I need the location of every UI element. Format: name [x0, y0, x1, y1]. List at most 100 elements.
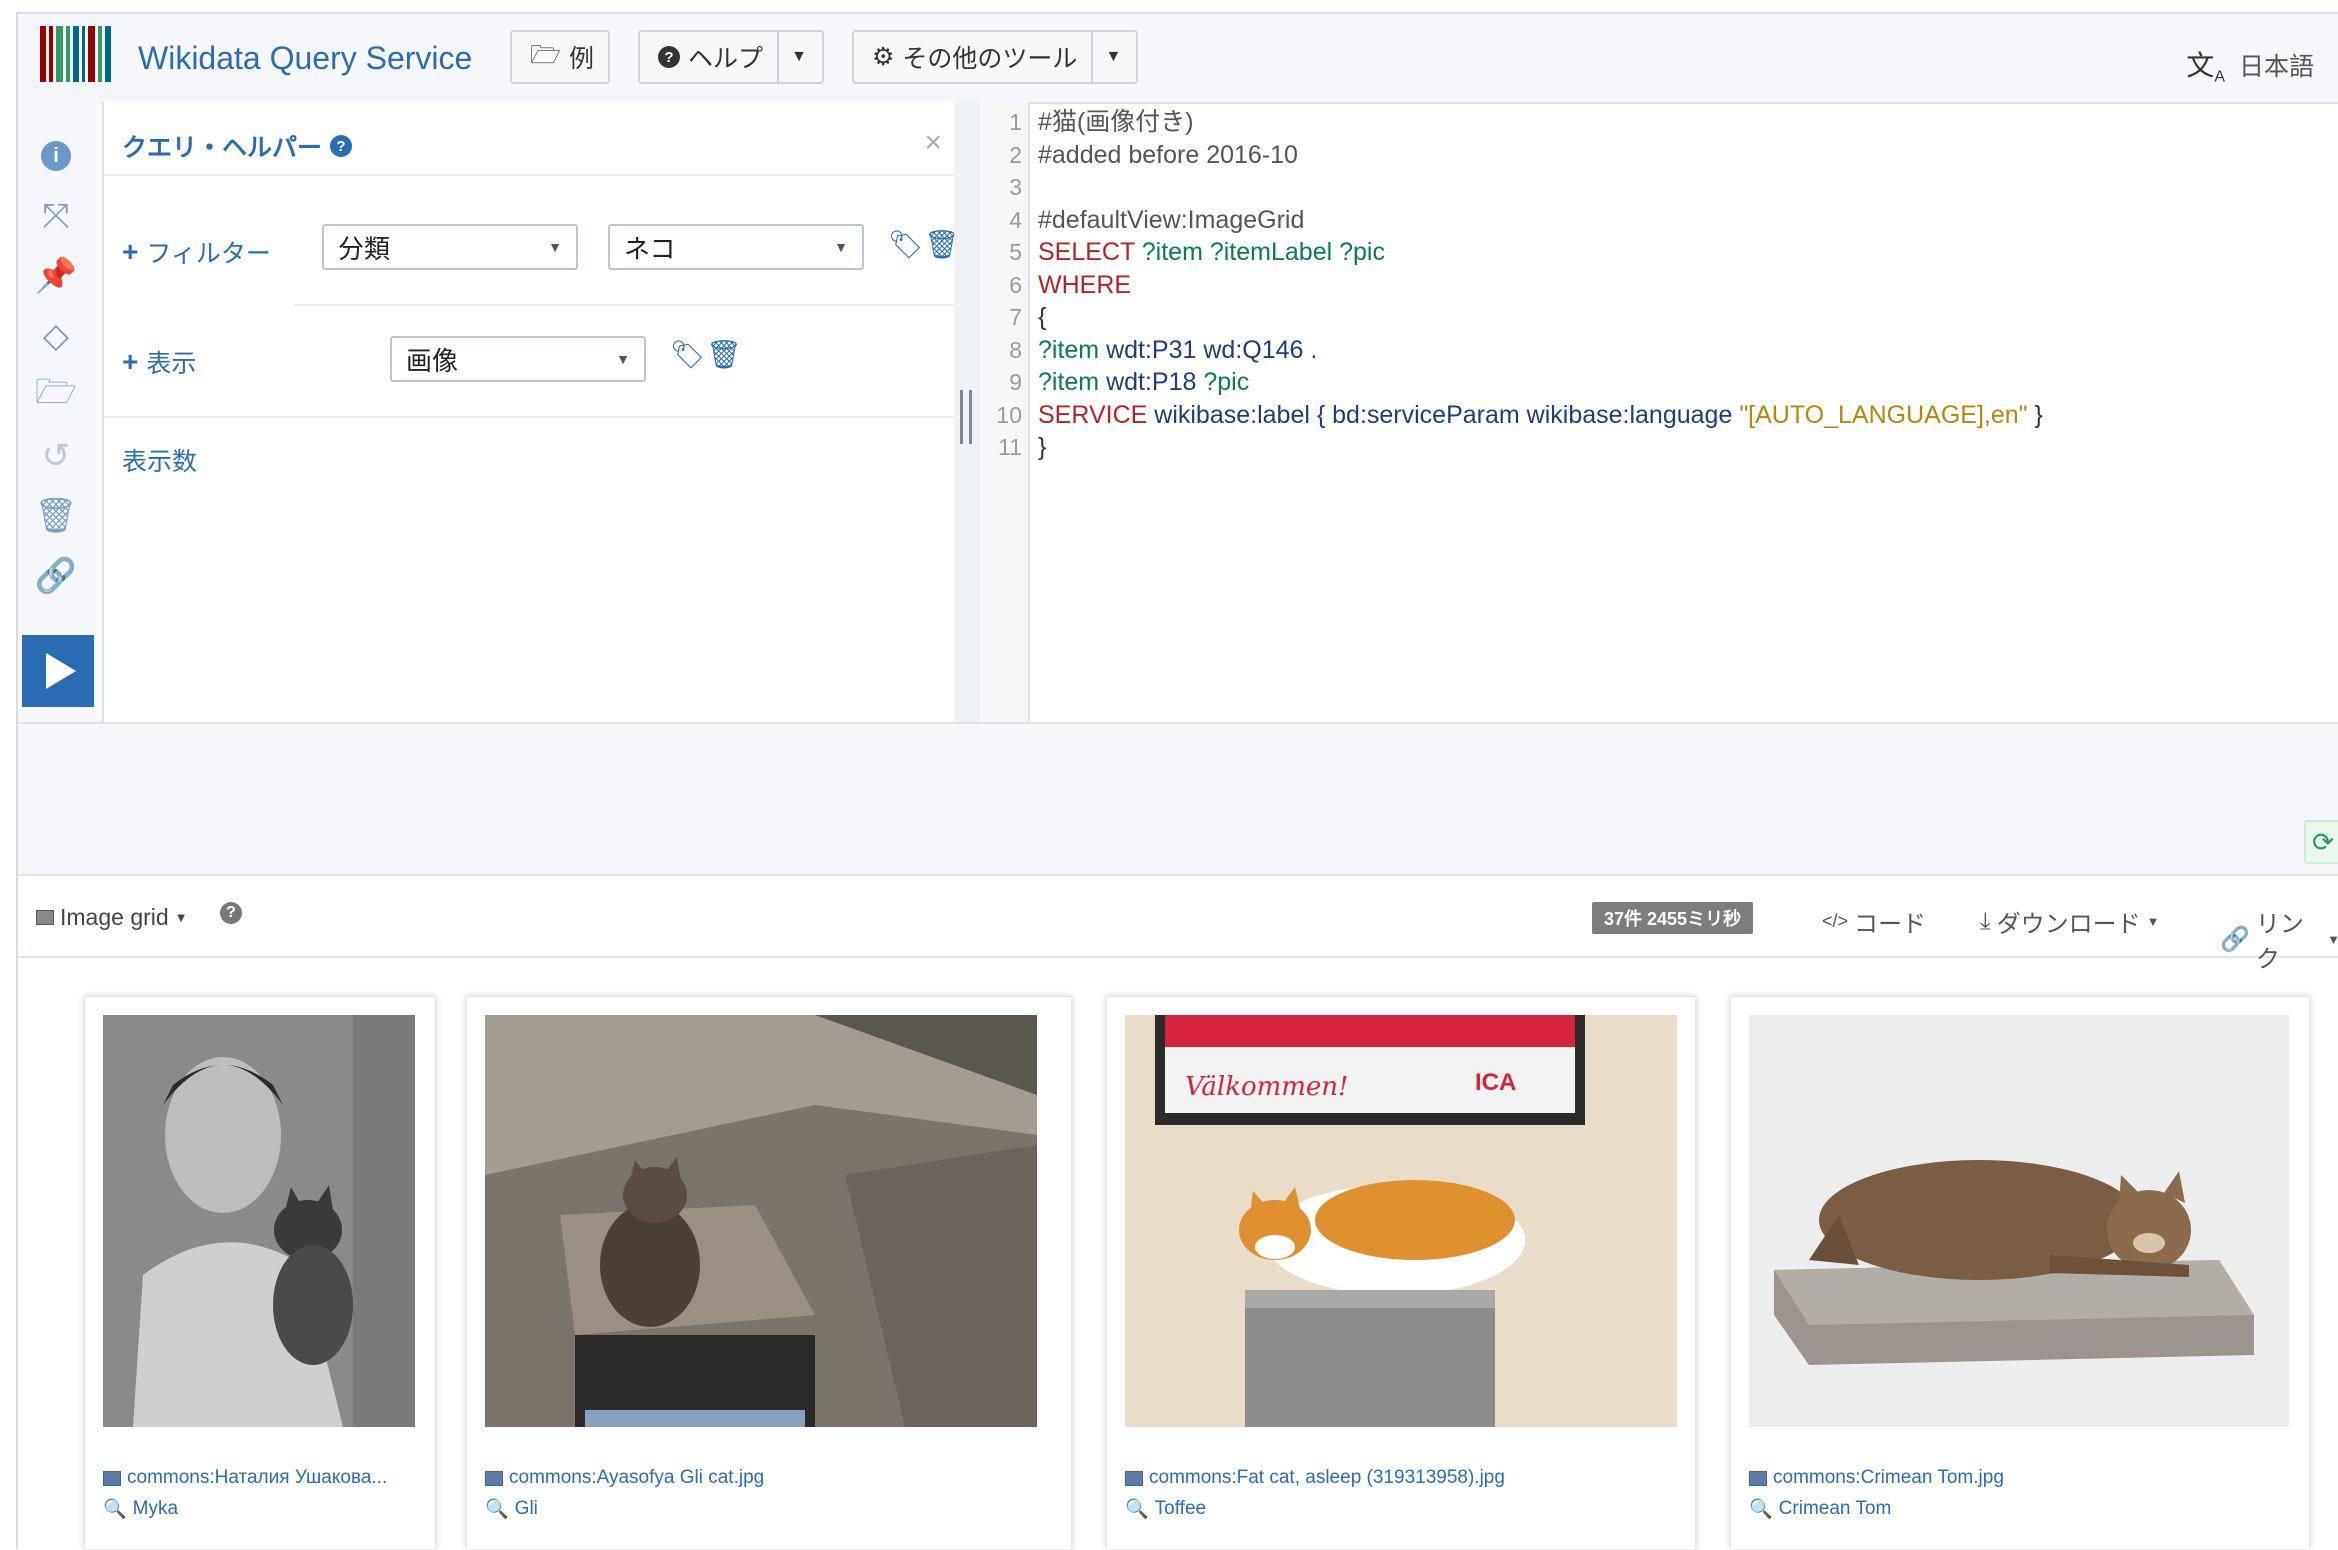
query-helper-title: クエリ・ヘルパー ? — [122, 128, 353, 164]
help-label: ヘルプ — [688, 45, 764, 73]
code-line[interactable]: #猫(画像付き) — [1038, 106, 2338, 139]
caret-down-icon: ▼ — [616, 351, 630, 367]
line-number: 10 — [996, 401, 1022, 428]
code-line[interactable]: SELECT ?item ?itemLabel ?pic — [1038, 236, 2338, 269]
examples-button[interactable]: 🗁 例 — [510, 30, 610, 84]
limit-link[interactable]: 表示数 — [122, 442, 197, 478]
cat-photo-gli[interactable] — [485, 1015, 1037, 1427]
add-show-link[interactable]: + 表示 — [122, 344, 196, 380]
code-line[interactable]: #added before 2016-10 — [1038, 139, 2338, 172]
filter-property-value: 分類 — [338, 233, 391, 264]
results-toolbar: Image grid ▼ ? 37件 2455ミリ秒 </> コード ⤓ ダウンロー… — [18, 876, 2338, 973]
item-link[interactable]: 🔍 Myka — [103, 1497, 178, 1521]
diamond-icon[interactable]: ◇ — [32, 314, 80, 358]
cat-photo-myka[interactable] — [103, 1015, 415, 1427]
view-label: Image grid — [60, 904, 169, 930]
history-icon[interactable]: ↺ — [32, 434, 80, 478]
query-helper-panel: クエリ・ヘルパー ? × + フィルター 分類 ▼ ネコ ▼ 🏷 🗑 + 表示 画像 ▼ … — [104, 102, 960, 722]
download-dropdown[interactable]: ⤓ ダウンロード ▼ — [1980, 904, 2159, 939]
filter-property-select[interactable]: 分類 ▼ — [322, 224, 578, 270]
run-query-button[interactable] — [22, 635, 94, 707]
code-line[interactable]: SERVICE wikibase:label { bd:serviceParam… — [1038, 399, 2338, 432]
language-label: 日本語 — [2238, 53, 2314, 82]
image-card[interactable]: commons:Ayasofya Gli cat.jpg 🔍 Gli — [466, 996, 1072, 1550]
file-link[interactable]: commons:Crimean Tom.jpg — [1749, 1467, 2004, 1489]
file-link[interactable]: commons:Ayasofya Gli cat.jpg — [485, 1467, 764, 1489]
line-number: 3 — [1009, 174, 1022, 200]
code-line[interactable]: } — [1038, 431, 2338, 464]
info-icon[interactable]: i — [32, 134, 80, 178]
chevron-down-icon[interactable]: ▼ — [1091, 32, 1133, 82]
plus-icon: + — [122, 236, 139, 267]
image-card[interactable]: Välkommen! ICA commons:Fat cat, asleep (… — [1106, 996, 1696, 1550]
divider — [104, 416, 954, 418]
code-line[interactable] — [1038, 171, 2338, 204]
code-link[interactable]: </> コード — [1822, 904, 1926, 939]
pin-icon[interactable]: 📌 — [32, 254, 80, 298]
file-name: commons:Fat cat, asleep (319313958).jpg — [1149, 1467, 1505, 1488]
code-line[interactable]: #defaultView:ImageGrid — [1038, 204, 2338, 237]
line-number: 4 — [1009, 206, 1022, 233]
brand-title[interactable]: Wikidata Query Service — [138, 40, 472, 77]
language-selector[interactable]: 文A 日本語 — [2186, 44, 2314, 87]
code-line[interactable]: ?item wdt:P31 wd:Q146 . — [1038, 334, 2338, 367]
line-number: 1 — [1009, 109, 1022, 135]
cat-photo-toffee[interactable]: Välkommen! ICA — [1125, 1015, 1677, 1427]
trash-icon[interactable]: 🗑 — [706, 338, 742, 371]
link-icon[interactable]: 🔗 — [32, 554, 80, 598]
image-card[interactable]: commons:Наталия Ушакова... 🔍 Myka — [84, 996, 436, 1550]
file-link[interactable]: commons:Fat cat, asleep (319313958).jpg — [1125, 1467, 1505, 1489]
help-dropdown[interactable]: ? ヘルプ ▼ — [638, 30, 824, 84]
search-icon: 🔍 — [1749, 1499, 1773, 1520]
link-dropdown[interactable]: 🔗 リンク ▼ — [2220, 904, 2338, 974]
expand-icon[interactable]: ⤧ — [32, 194, 80, 238]
tag-icon[interactable]: 🏷 — [670, 338, 706, 371]
cat-photo-crimean-tom[interactable] — [1749, 1015, 2289, 1427]
add-show-label: 表示 — [146, 350, 197, 378]
folder-open-icon[interactable]: 🗁 — [32, 373, 80, 418]
folder-open-icon: 🗁 — [530, 40, 562, 69]
close-icon[interactable]: × — [924, 126, 942, 160]
code-token: ?item ?itemLabel ?pic — [1141, 238, 1385, 266]
tag-icon[interactable]: 🏷 — [888, 228, 924, 261]
item-label: Myka — [132, 1498, 179, 1519]
line-number: 5 — [1009, 239, 1022, 265]
item-link[interactable]: 🔍 Toffee — [1125, 1497, 1206, 1521]
query-helper-title-text: クエリ・ヘルパー — [122, 134, 323, 162]
search-icon: 🔍 — [485, 1499, 509, 1520]
plus-icon: + — [122, 346, 139, 377]
gear-icon: ⚙ — [872, 43, 895, 71]
code-token: ?item — [1038, 368, 1100, 396]
search-icon: 🔍 — [103, 1499, 127, 1520]
add-filter-link[interactable]: + フィルター — [122, 234, 271, 270]
image-card[interactable]: commons:Crimean Tom.jpg 🔍 Crimean Tom — [1730, 996, 2310, 1550]
link-label: リンク — [2255, 911, 2304, 973]
code-token: wdt:P18 — [1099, 368, 1204, 396]
sparql-editor[interactable]: #猫(画像付き) #added before 2016-10 #defaultVie… — [1038, 102, 2338, 722]
code-token: wikibase:label { bd:serviceParam wikibas… — [1147, 400, 1740, 429]
show-property-select[interactable]: 画像 ▼ — [390, 336, 646, 382]
code-token: ?pic — [1203, 368, 1250, 396]
filter-item-select[interactable]: ネコ ▼ — [608, 224, 864, 270]
trash-icon[interactable]: 🗑 — [32, 494, 80, 538]
wikidata-logo[interactable] — [40, 26, 118, 82]
refresh-icon[interactable]: ⟳ — [2304, 820, 2338, 864]
more-tools-dropdown[interactable]: ⚙ その他のツール ▼ — [852, 30, 1138, 84]
file-link[interactable]: commons:Наталия Ушакова... — [103, 1467, 387, 1489]
code-line[interactable]: WHERE — [1038, 269, 2338, 302]
code-line[interactable]: ?item wdt:P18 ?pic — [1038, 366, 2338, 399]
view-selector[interactable]: Image grid ▼ — [36, 904, 188, 931]
line-number: 8 — [1009, 336, 1022, 363]
code-line[interactable]: { — [1038, 301, 2338, 334]
item-link[interactable]: 🔍 Gli — [485, 1497, 538, 1521]
item-label: Crimean Tom — [1778, 1498, 1892, 1519]
panel-splitter[interactable] — [954, 102, 980, 722]
question-circle-icon[interactable]: ? — [330, 135, 353, 157]
splitter-grip[interactable] — [960, 390, 972, 444]
download-label: ダウンロード — [1996, 911, 2141, 938]
item-link[interactable]: 🔍 Crimean Tom — [1749, 1497, 1891, 1521]
chevron-down-icon[interactable]: ▼ — [777, 32, 819, 82]
examples-label: 例 — [569, 45, 595, 73]
question-circle-icon[interactable]: ? — [220, 902, 242, 924]
